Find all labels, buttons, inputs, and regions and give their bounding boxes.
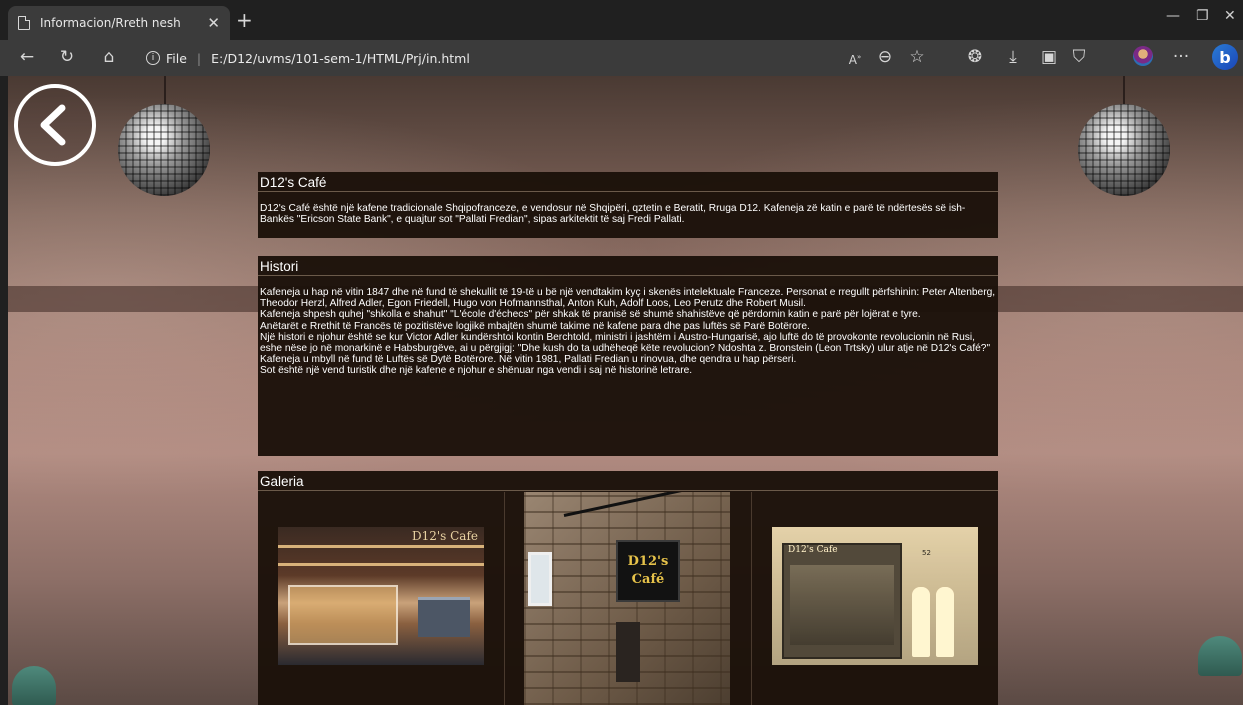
favorite-star-icon[interactable]: ☆ <box>906 47 928 67</box>
gallery-divider <box>504 492 505 705</box>
person-figure <box>936 587 954 657</box>
gallery-image-cafe-interior[interactable]: D12's Cafe <box>278 527 484 665</box>
page-viewport: D12's Café D12's Café është një kafene t… <box>8 76 1243 705</box>
pendant-lamp-left <box>12 666 56 705</box>
close-tab-icon[interactable]: ✕ <box>207 14 220 32</box>
section-paragraph: Kafeneja u mbyll në fund të Luftës së Dy… <box>260 354 797 366</box>
gallery-header: Galeria <box>258 471 998 492</box>
back-arrow-icon[interactable]: ← <box>16 47 38 67</box>
gallery-image-cafe-sign[interactable]: D12's Café <box>524 492 730 705</box>
image-sign-text: D12's Cafe <box>788 545 838 555</box>
address-bar[interactable]: i File | E:/D12/uvms/101-sem-1/HTML/Prj/… <box>146 47 470 69</box>
disco-ball-right <box>1078 104 1170 196</box>
history-section: Histori Kafeneja u hap në vitin 1847 dhe… <box>258 256 998 456</box>
person-figure <box>912 587 930 657</box>
page-icon <box>18 16 30 30</box>
zoom-icon[interactable]: ⊖ <box>874 47 896 67</box>
coffee-machine <box>418 597 470 637</box>
section-title: Galeria <box>258 471 998 491</box>
chevron-left-icon <box>40 104 66 146</box>
hanging-sign: D12's Café <box>616 540 680 602</box>
refresh-icon[interactable]: ↻ <box>56 47 78 67</box>
browser-essentials-icon[interactable]: ⛉ <box>1068 47 1090 67</box>
extensions-icon[interactable]: ❂ <box>964 47 986 67</box>
restore-icon[interactable]: ❐ <box>1196 8 1209 24</box>
section-paragraph: Kafeneja shpesh quhej "shkolla e shahut"… <box>260 309 921 321</box>
close-window-icon[interactable]: ✕ <box>1224 8 1236 24</box>
door-number: 52 <box>922 549 931 557</box>
gallery-divider <box>751 492 752 705</box>
section-paragraph: D12's Café është një kafene tradicionale… <box>260 203 966 226</box>
tab-strip: Informacion/Rreth nesh ✕ + — ❐ ✕ <box>0 0 1243 40</box>
pastry-display-case <box>288 585 398 645</box>
address-url[interactable]: E:/D12/uvms/101-sem-1/HTML/Prj/in.html <box>211 51 470 66</box>
profile-avatar[interactable] <box>1133 46 1153 66</box>
section-paragraph: Anëtarët e Rrethit të Francës të pozitis… <box>260 320 810 332</box>
browser-tab-active[interactable]: Informacion/Rreth nesh ✕ <box>8 6 230 40</box>
gallery-image-historic-storefront[interactable]: D12's Cafe 52 <box>772 527 978 665</box>
section-paragraph: Kafeneja u hap në vitin 1847 dhe në fund… <box>260 287 996 310</box>
downloads-icon[interactable]: ⤓ <box>1002 47 1024 67</box>
about-section: D12's Café D12's Café është një kafene t… <box>258 172 998 238</box>
section-title: Histori <box>258 256 998 276</box>
info-icon[interactable]: i <box>146 51 160 65</box>
disco-ball-left <box>118 104 210 196</box>
section-paragraph: Sot është një vend turistik dhe një kafe… <box>260 365 693 377</box>
address-scheme-label: File <box>166 50 187 66</box>
image-sign-text: D12's Cafe <box>411 529 478 543</box>
new-tab-icon[interactable]: + <box>236 10 253 30</box>
building-window <box>528 552 552 606</box>
browser-toolbar: ← ↻ ⌂ i File | E:/D12/uvms/101-sem-1/HTM… <box>0 40 1243 76</box>
minimize-icon[interactable]: — <box>1166 8 1180 24</box>
tab-title: Informacion/Rreth nesh <box>40 16 181 30</box>
section-title: D12's Café <box>258 172 998 192</box>
more-options-icon[interactable]: ··· <box>1170 47 1192 67</box>
shop-window-display <box>790 565 894 645</box>
back-button[interactable] <box>14 84 96 166</box>
gallery: D12's Cafe D12's Café D12's Cafe 52 <box>258 492 998 705</box>
address-divider: | <box>196 50 202 66</box>
read-aloud-icon[interactable]: A» <box>844 47 866 70</box>
collections-icon[interactable]: ▣ <box>1038 47 1060 67</box>
building-door <box>616 622 640 682</box>
pendant-lamp-right <box>1198 636 1242 676</box>
home-icon[interactable]: ⌂ <box>98 47 120 67</box>
bing-copilot-icon[interactable]: b <box>1212 44 1238 70</box>
section-paragraph: Një histori e njohur është se kur Victor… <box>260 331 991 355</box>
sign-bracket <box>563 492 717 517</box>
